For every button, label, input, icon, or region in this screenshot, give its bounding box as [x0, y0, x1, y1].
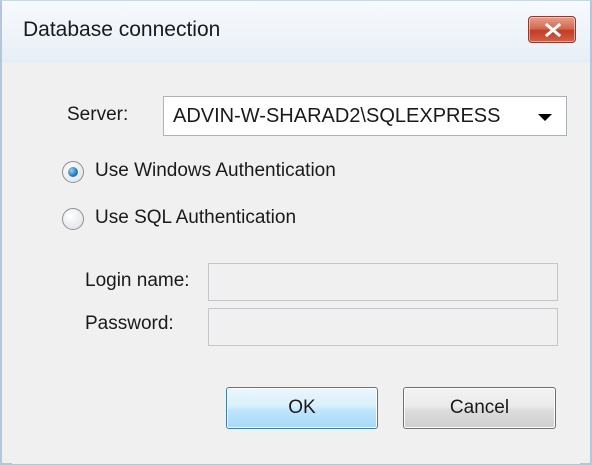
- login-name-field[interactable]: [208, 263, 558, 301]
- radio-sql-auth-label[interactable]: Use SQL Authentication: [95, 207, 296, 229]
- cancel-button[interactable]: Cancel: [403, 387, 556, 429]
- close-button[interactable]: [528, 16, 576, 43]
- login-name-label: Login name:: [85, 270, 190, 291]
- server-combobox[interactable]: ADVIN-W-SHARAD2\SQLEXPRESS: [163, 96, 567, 136]
- server-label: Server:: [67, 104, 129, 125]
- server-value: ADVIN-W-SHARAD2\SQLEXPRESS: [173, 105, 501, 127]
- close-icon: [545, 23, 561, 37]
- radio-button-selected[interactable]: [62, 161, 84, 183]
- chevron-down-icon[interactable]: [538, 114, 552, 121]
- radio-button[interactable]: [62, 208, 84, 230]
- window-title: Database connection: [23, 18, 221, 41]
- dialog-content: Server: ADVIN-W-SHARAD2\SQLEXPRESS Use W…: [12, 64, 580, 464]
- password-field[interactable]: [208, 308, 558, 346]
- title-bar: Database connection: [2, 1, 590, 63]
- dialog-window: Database connection Server: ADVIN-W-SHAR…: [0, 0, 592, 465]
- ok-button[interactable]: OK: [226, 387, 378, 429]
- radio-windows-auth-label[interactable]: Use Windows Authentication: [95, 160, 336, 182]
- password-label: Password:: [85, 313, 174, 334]
